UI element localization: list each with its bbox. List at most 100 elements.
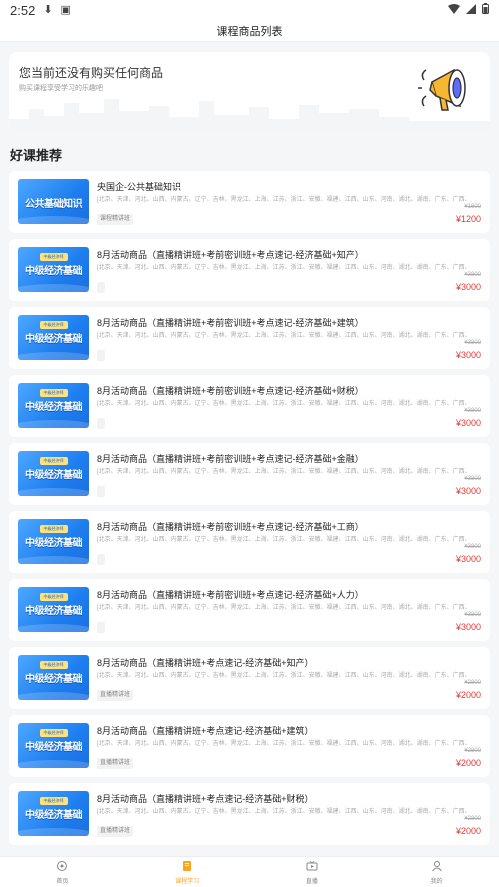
course-tag (97, 418, 105, 429)
course-tag: 直播精讲班 (97, 690, 134, 701)
thumbnail-text: 中级经济基础 (25, 742, 83, 753)
course-regions: [北京、天津、河北、山西、内蒙古、辽宁、吉林、黑龙江、上海、江苏、浙江、安徽、福… (97, 741, 471, 747)
original-price: ¥2800 (464, 748, 481, 754)
course-thumbnail: 中级经济师中级经济基础 (18, 655, 89, 700)
course-title: 8月活动商品（直播精讲班+考前密训班+考点速记-经济基础+知产） (97, 250, 364, 260)
original-price: ¥3800 (464, 408, 481, 414)
thumbnail-text: 中级经济基础 (25, 334, 83, 345)
original-price: ¥3800 (464, 544, 481, 550)
original-price: ¥3800 (464, 612, 481, 618)
thumbnail-wave-decoration (18, 420, 89, 428)
thumbnail-text: 中级经济基础 (25, 538, 83, 549)
thumbnail-wave-decoration (18, 828, 89, 836)
thumbnail-wave-decoration (18, 760, 89, 768)
course-price: ¥3000 (455, 622, 481, 632)
thumbnail-wave-decoration (18, 352, 89, 360)
course-thumbnail: 中级经济师 中级经济基础 (18, 723, 89, 768)
thumbnail-text: 中级经济基础 (25, 810, 83, 821)
course-card[interactable]: 中级经济师中级经济基础 8月活动商品（直播精讲班+考前密训班+考点速记-经济基础+… (9, 511, 490, 573)
thumbnail-badge: 中级经济师 (39, 389, 68, 397)
tab-live[interactable]: 直播 (250, 857, 375, 887)
tab-label: 课程学习 (175, 878, 200, 885)
megaphone-icon (418, 68, 466, 111)
notice-subtitle: 购买课程享受学习的乐趣吧 (19, 85, 103, 92)
thumbnail-wave-decoration (18, 692, 89, 700)
course-price: ¥3000 (455, 554, 481, 564)
original-price: ¥2800 (464, 816, 481, 822)
tab-label: 首页 (56, 878, 69, 885)
course-title: 8月活动商品（直播精讲班+考前密训班+考点速记-经济基础+建筑） (97, 318, 364, 328)
live-icon (306, 860, 318, 874)
course-title: 8月活动商品（直播精讲班+考点速记-经济基础+财税） (97, 794, 314, 804)
course-tag (97, 486, 105, 497)
battery-icon (482, 3, 489, 17)
thumbnail-badge: 中级经济师 (39, 525, 68, 533)
course-card[interactable]: 中级经济师 中级经济基础 8月活动商品（直播精讲班+考点速记-经济基础+财税） [北京… (9, 783, 490, 845)
course-tag (97, 350, 105, 361)
thumbnail-badge: 中级经济师 (39, 253, 68, 261)
course-tag: 课程精讲班 (97, 214, 134, 225)
tab-user[interactable]: 我的 (374, 857, 499, 887)
page-header: 课程商品列表 (0, 20, 499, 42)
notice-title: 您当前还没有购买任何商品 (19, 66, 164, 80)
course-price: ¥2000 (455, 826, 481, 836)
thumbnail-text: 中级经济基础 (25, 266, 83, 277)
tab-label: 我的 (430, 878, 443, 885)
course-tag: 直播精讲班 (97, 758, 134, 769)
course-card[interactable]: 中级经济师 中级经济基础 8月活动商品（直播精讲班+考前密训班+考点速记-经济基础+… (9, 579, 490, 641)
course-price: ¥2000 (455, 758, 481, 768)
thumbnail-wave-decoration (18, 488, 89, 496)
course-card[interactable]: 中级经济师 中级经济基础 8月活动商品（直播精讲班+考前密训班+考点速记-经济基础+… (9, 375, 490, 437)
page-title: 课程商品列表 (216, 25, 283, 38)
tab-label: 直播 (305, 878, 318, 885)
course-title: 8月活动商品（直播精讲班+考前密训班+考点速记-经济基础+金融） (97, 454, 364, 464)
tab-book[interactable]: 课程学习 (125, 857, 250, 887)
thumbnail-text: 中级经济基础 (25, 606, 83, 617)
tab-home[interactable]: 首页 (0, 857, 125, 887)
original-price: ¥3800 (464, 476, 481, 482)
course-title: 8月活动商品（直播精讲班+考点速记-经济基础+知产） (97, 658, 314, 668)
course-card[interactable]: 公共基础知识 央国企-公共基础知识 [北京、天津、河北、山西、内蒙古、辽宁、吉林、黑… (9, 171, 490, 233)
status-time: 2:52 (10, 2, 36, 18)
course-card[interactable]: 中级经济师中级经济基础 8月活动商品（直播精讲班+考点速记-经济基础+知产） [北京… (9, 647, 490, 709)
thumbnail-badge: 中级经济师 (39, 661, 68, 669)
section-title: 好课推荐 (10, 148, 63, 163)
course-title: 8月活动商品（直播精讲班+考前密训班+考点速记-经济基础+工商） (97, 522, 364, 532)
thumbnail-wave-decoration (18, 556, 89, 564)
course-regions: [北京、天津、河北、山西、内蒙古、辽宁、吉林、黑龙江、上海、江苏、浙江、安徽、福… (97, 605, 471, 611)
course-regions: [北京、天津、河北、山西、内蒙古、辽宁、吉林、黑龙江、上海、江苏、浙江、安徽、福… (97, 469, 471, 475)
thumbnail-badge: 中级经济师 (39, 457, 68, 465)
course-title: 8月活动商品（直播精讲班+考前密训班+考点速记-经济基础+人力） (97, 590, 364, 600)
course-price: ¥3000 (455, 486, 481, 496)
course-price: ¥3000 (455, 418, 481, 428)
course-regions: [北京、天津、河北、山西、内蒙古、辽宁、吉林、黑龙江、上海、江苏、浙江、安徽、福… (97, 333, 471, 339)
course-tag (97, 282, 105, 293)
signal-icon (466, 3, 476, 17)
thumbnail-badge: 中级经济师 (39, 797, 68, 805)
course-card[interactable]: 中级经济师 中级经济基础 8月活动商品（直播精讲班+考前密训班+考点速记-经济基础+… (9, 443, 490, 505)
app-notification-icon: ▣ (60, 3, 71, 16)
course-card[interactable]: 中级经济师 中级经济基础 8月活动商品（直播精讲班+考点速记-经济基础+建筑） [北京… (9, 715, 490, 777)
course-thumbnail: 中级经济师中级经济基础 (18, 791, 89, 836)
course-title: 8月活动商品（直播精讲班+考前密训班+考点速记-经济基础+财税） (97, 386, 364, 396)
course-regions: [北京、天津、河北、山西、内蒙古、辽宁、吉林、黑龙江、上海、江苏、浙江、安徽、福… (97, 265, 471, 271)
thumbnail-wave-decoration (18, 624, 89, 632)
course-thumbnail: 公共基础知识 (18, 179, 89, 224)
course-price: ¥3000 (455, 282, 481, 292)
status-bar: 2:52 ⬇ ▣ (0, 0, 499, 20)
course-card[interactable]: 中级经济师中级经济基础 8月活动商品（直播精讲班+考前密训班+考点速记-经济基础+… (9, 307, 490, 369)
book-icon (181, 860, 193, 874)
download-icon: ⬇ (43, 3, 53, 16)
home-icon (56, 860, 68, 874)
user-icon (431, 860, 443, 874)
course-regions: [北京、天津、河北、山西、内蒙古、辽宁、吉林、黑龙江、上海、江苏、浙江、安徽、福… (97, 673, 471, 679)
thumbnail-text: 中级经济基础 (25, 674, 83, 685)
course-title: 央国企-公共基础知识 (97, 182, 181, 192)
original-price: ¥3800 (464, 340, 481, 346)
course-card[interactable]: 中级经济师中级经济基础 8月活动商品（直播精讲班+考前密训班+考点速记-经济基础+… (9, 239, 490, 301)
course-price: ¥3000 (455, 350, 481, 360)
course-thumbnail: 中级经济师 中级经济基础 (18, 587, 89, 632)
thumbnail-text: 公共基础知识 (25, 199, 83, 210)
thumbnail-wave-decoration (18, 284, 89, 292)
thumbnail-badge: 中级经济师 (39, 321, 68, 329)
